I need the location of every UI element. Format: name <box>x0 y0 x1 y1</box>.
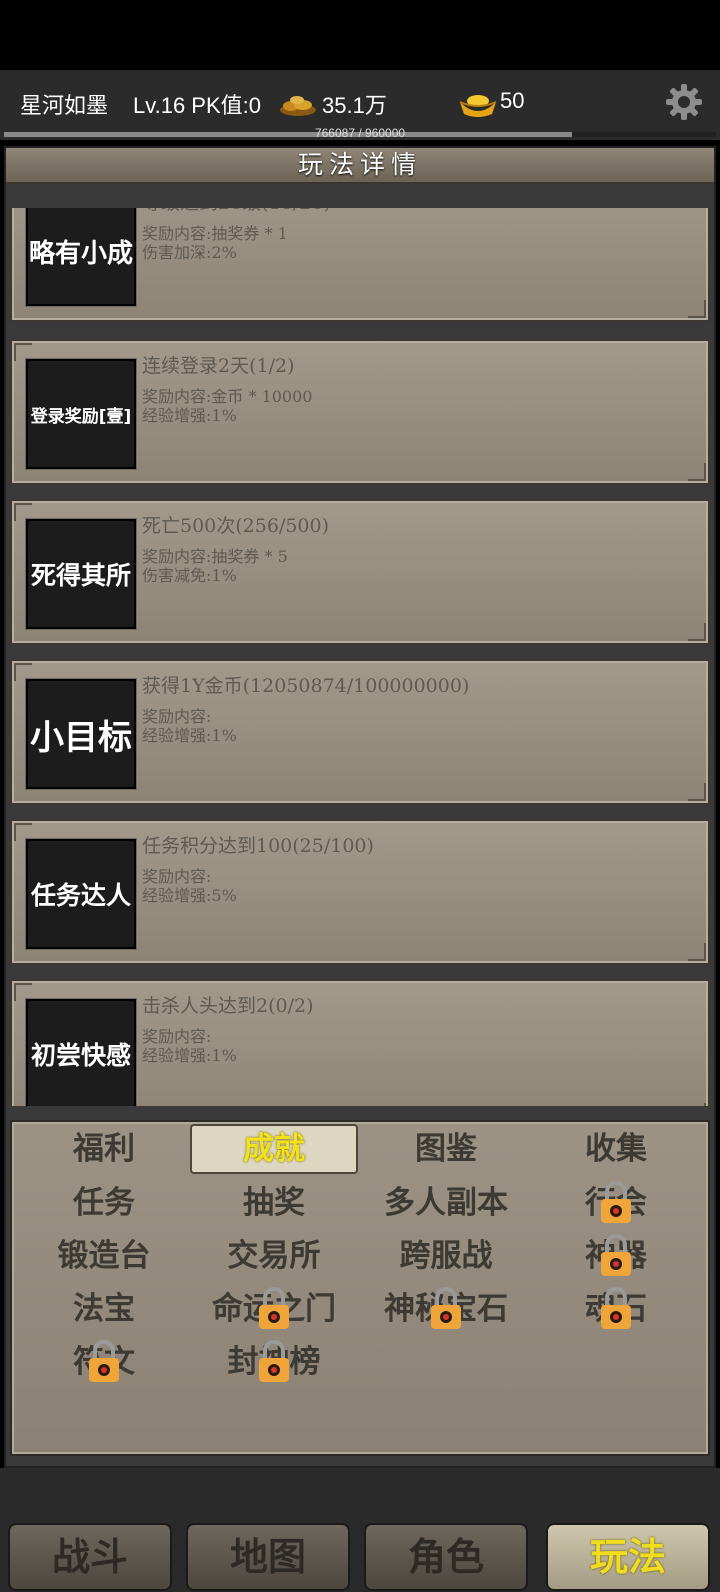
lock-icon <box>601 1181 631 1223</box>
menu-codex[interactable]: 图鉴 <box>362 1124 530 1174</box>
nav-character[interactable]: 角色 <box>364 1523 528 1591</box>
bonus-text: 伤害减免:1% <box>142 566 237 585</box>
menu-collection[interactable]: 收集 <box>532 1124 700 1174</box>
panel-title: 玩法详情 <box>297 150 422 179</box>
menu-quest[interactable]: 任务 <box>20 1178 188 1228</box>
achievement-badge: 初尝快感 <box>26 999 136 1106</box>
reward-text: 奖励内容:抽奖券 * 5 <box>142 547 288 566</box>
achievement-title: 死亡500次(256/500) <box>142 515 330 537</box>
achievement-badge: 登录奖励[壹] <box>26 359 136 469</box>
lock-icon <box>259 1287 289 1329</box>
menu-forge[interactable]: 锻造台 <box>20 1231 188 1281</box>
status-bar <box>0 0 720 70</box>
lock-icon <box>89 1340 119 1382</box>
reward-text: 奖励内容:抽奖券 * 1 <box>142 224 288 243</box>
reward-text: 奖励内容:金币 * 10000 <box>142 387 313 406</box>
achievement-reward: 奖励内容:金币 * 10000 经验增强:1% <box>142 387 312 425</box>
gold-coins-icon <box>280 96 316 116</box>
nav-battle[interactable]: 战斗 <box>8 1523 172 1591</box>
achievement-reward: 奖励内容: 经验增强:1% <box>142 707 237 745</box>
achievement-title: 击杀人头达到2(0/2) <box>142 995 314 1017</box>
achievement-title: 获得1Y金币(12050874/100000000) <box>142 675 470 697</box>
lock-icon <box>601 1234 631 1276</box>
achievement-badge: 任务达人 <box>26 839 136 949</box>
achievement-reward: 奖励内容:抽奖券 * 1 伤害加深:2% <box>142 224 288 262</box>
menu-welfare[interactable]: 福利 <box>20 1124 188 1174</box>
gear-icon[interactable] <box>664 82 704 122</box>
nav-map[interactable]: 地图 <box>186 1523 350 1591</box>
achievement-badge: 小目标 <box>26 679 136 789</box>
bonus-text: 经验增强:1% <box>142 406 237 425</box>
lock-icon <box>431 1287 461 1329</box>
bonus-text: 经验增强:1% <box>142 726 237 745</box>
menu-lottery[interactable]: 抽奖 <box>190 1178 358 1228</box>
player-name: 星河如墨 <box>20 94 109 119</box>
bonus-text: 经验增强:5% <box>142 886 237 905</box>
menu-achievement[interactable]: 成就 <box>190 1124 358 1174</box>
achievement-card: 任务达人 任务积分达到100(25/100) 奖励内容: 经验增强:5% <box>10 819 710 965</box>
menu-crossserver[interactable]: 跨服战 <box>362 1231 530 1281</box>
achievement-card: 小目标 获得1Y金币(12050874/100000000) 奖励内容: 经验增强:1… <box>10 659 710 805</box>
level-pk-text: Lv.16 PK值:0 <box>133 93 261 118</box>
nav-gameplay[interactable]: 玩法 <box>546 1523 710 1591</box>
achievement-card: 初尝快感 击杀人头达到2(0/2) 奖励内容: 经验增强:1% <box>10 979 710 1106</box>
achievement-title: 等级达到20级(16/20) <box>142 208 331 215</box>
lock-icon <box>601 1287 631 1329</box>
achievement-reward: 奖励内容: 经验增强:5% <box>142 867 237 905</box>
reward-text: 奖励内容: <box>142 867 212 886</box>
menu-exchange[interactable]: 交易所 <box>190 1231 358 1281</box>
feature-menu: 福利成就图鉴收集任务抽奖多人副本行会锻造台交易所跨服战神器法宝命运之门神秘宝石魂… <box>10 1120 710 1456</box>
reward-text: 奖励内容: <box>142 707 212 726</box>
achievement-reward: 奖励内容:抽奖券 * 5 伤害减免:1% <box>142 547 288 585</box>
achievement-card: 死得其所 死亡500次(256/500) 奖励内容:抽奖券 * 5 伤害减免:1% <box>10 499 710 645</box>
achievement-badge: 死得其所 <box>26 519 136 629</box>
achievement-badge: 略有小成 <box>26 208 136 306</box>
achievement-reward: 奖励内容: 经验增强:1% <box>142 1027 237 1065</box>
achievement-card: 登录奖励[壹] 连续登录2天(1/2) 奖励内容:金币 * 10000 经验增强:1% <box>10 339 710 485</box>
bonus-text: 经验增强:1% <box>142 1046 237 1065</box>
xp-text: 766087 / 960000 <box>314 126 406 140</box>
lock-icon <box>259 1340 289 1382</box>
achievement-title: 任务积分达到100(25/100) <box>142 835 374 857</box>
menu-dungeon[interactable]: 多人副本 <box>362 1178 530 1228</box>
achievement-list[interactable]: 略有小成等级达到20级(16/20) 奖励内容:抽奖券 * 1伤害加深:2% 登录奖… <box>8 208 712 1106</box>
bonus-text: 伤害加深:2% <box>142 243 237 262</box>
menu-treasure[interactable]: 法宝 <box>20 1284 188 1334</box>
gold-ingot-icon <box>459 95 497 117</box>
gold-amount: 35.1万 <box>322 93 387 118</box>
achievement-card: 略有小成等级达到20级(16/20) 奖励内容:抽奖券 * 1伤害加深:2% <box>10 208 710 322</box>
ingot-amount: 50 <box>500 88 525 113</box>
reward-text: 奖励内容: <box>142 1027 212 1046</box>
achievement-title: 连续登录2天(1/2) <box>142 355 295 377</box>
